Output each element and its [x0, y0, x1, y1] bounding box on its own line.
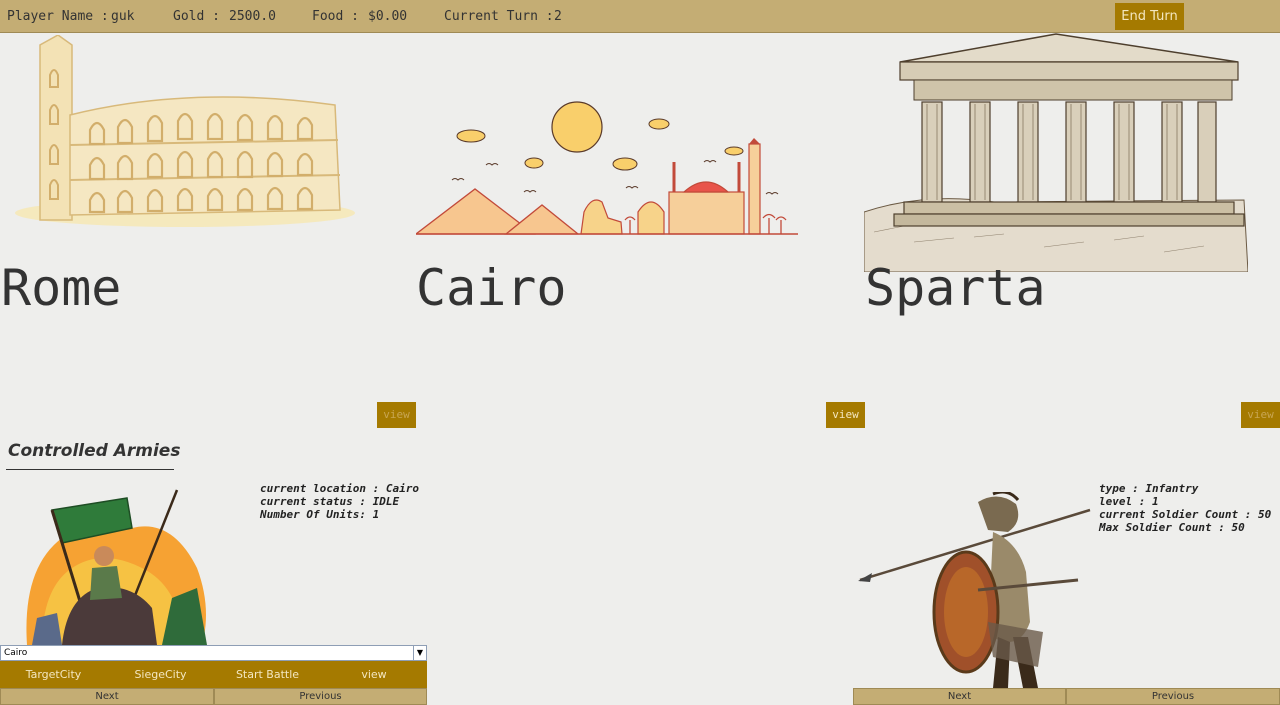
city-name-rome: Rome: [1, 259, 122, 317]
unit-current-soldier-count: current Soldier Count : 50: [1099, 508, 1272, 521]
player-name-value: guk: [111, 9, 135, 24]
title-underline: [6, 469, 174, 470]
unit-type: type : Infantry: [1099, 482, 1199, 495]
army-commander-illustration: [26, 489, 207, 645]
unit-level: level : 1: [1099, 495, 1159, 508]
army-previous-button[interactable]: Previous: [214, 688, 427, 705]
city-dropdown-value: Cairo: [4, 648, 28, 658]
unit-next-button[interactable]: Next: [853, 688, 1066, 705]
food-label: Food :: [312, 9, 359, 24]
gold-value: 2500.0: [229, 9, 276, 24]
spartan-soldier-illustration: [858, 492, 1091, 688]
siege-city-button[interactable]: SiegeCity: [107, 661, 214, 688]
player-name-label: Player Name :: [7, 9, 109, 24]
chevron-down-icon[interactable]: ▼: [413, 646, 426, 660]
target-city-button[interactable]: TargetCity: [0, 661, 107, 688]
army-next-button[interactable]: Next: [0, 688, 214, 705]
current-turn-value: 2: [554, 9, 562, 24]
top-status-bar: Player Name : guk Gold : 2500.0 Food : $…: [0, 0, 1280, 33]
army-status: current status : IDLE: [260, 495, 400, 508]
unit-previous-button[interactable]: Previous: [1066, 688, 1280, 705]
view-army-button[interactable]: view: [321, 661, 427, 688]
controlled-armies-title: Controlled Armies: [8, 441, 181, 461]
city-name-sparta: Sparta: [865, 259, 1046, 317]
city-name-cairo: Cairo: [416, 259, 567, 317]
army-action-bar: TargetCity SiegeCity Start Battle view: [0, 661, 427, 688]
end-turn-button[interactable]: End Turn: [1115, 3, 1184, 30]
start-battle-button[interactable]: Start Battle: [214, 661, 321, 688]
food-value: $0.00: [368, 9, 408, 24]
city-dropdown[interactable]: Cairo ▼: [0, 645, 427, 661]
cairo-skyline-illustration: [416, 101, 798, 235]
colosseum-illustration: [15, 35, 355, 227]
view-cairo-button[interactable]: view: [826, 402, 865, 428]
view-sparta-button[interactable]: view: [1241, 402, 1280, 428]
current-turn-label: Current Turn :: [444, 9, 554, 24]
unit-max-soldier-count: Max Soldier Count : 50: [1099, 521, 1245, 534]
view-rome-button[interactable]: view: [377, 402, 416, 428]
army-location: current location : Cairo: [260, 482, 419, 495]
army-unit-count: Number Of Units: 1: [260, 508, 380, 521]
parthenon-sketch: [864, 33, 1248, 272]
gold-label: Gold :: [173, 9, 220, 24]
